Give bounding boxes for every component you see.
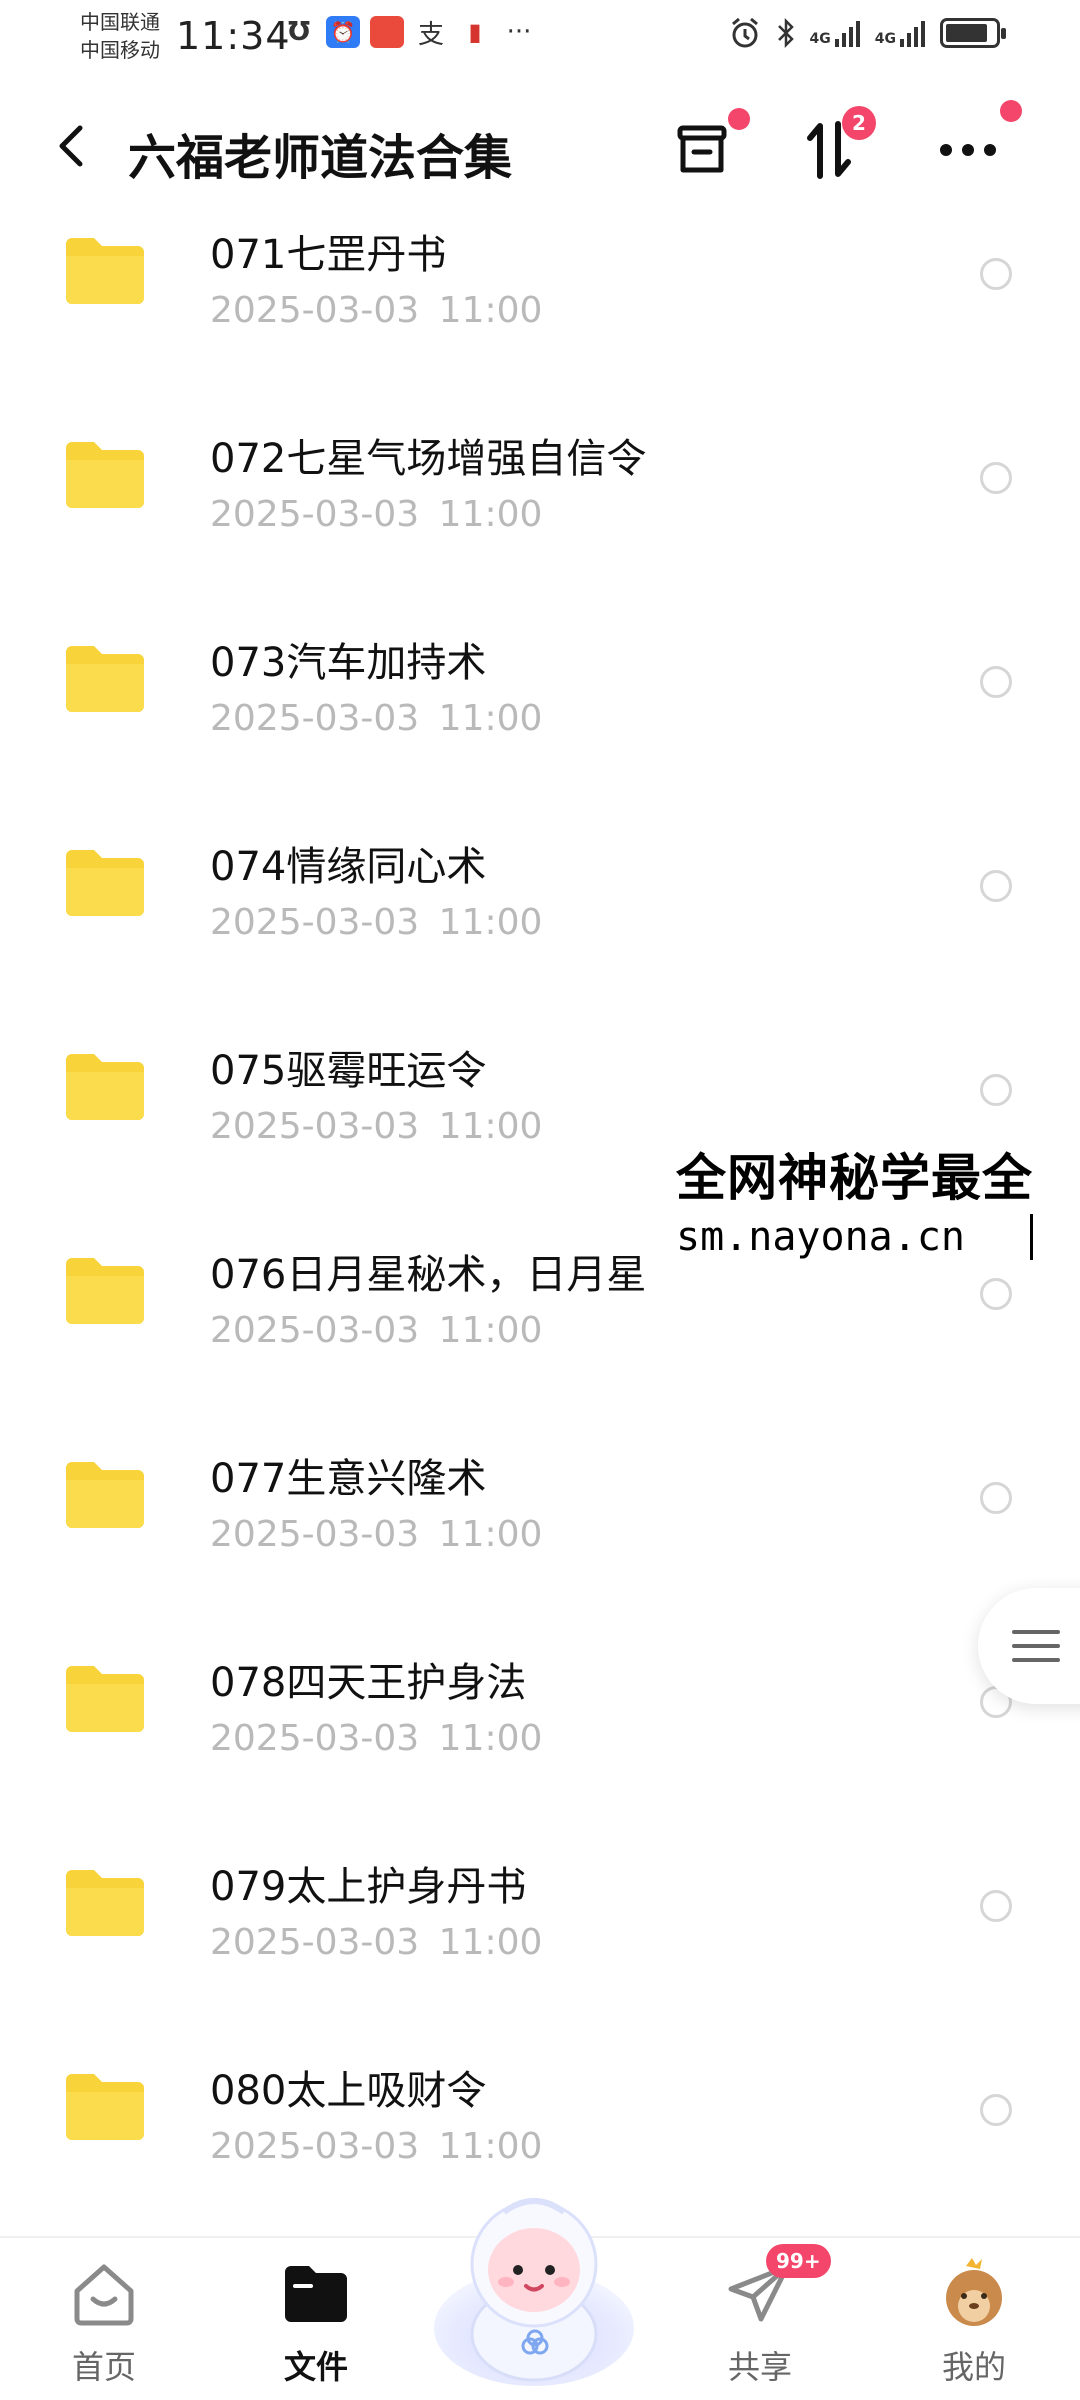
drawer-menu-icon	[1012, 1630, 1060, 1662]
select-checkbox[interactable]	[980, 258, 1012, 290]
folder-icon	[66, 238, 144, 304]
profile-avatar-icon	[936, 2256, 1012, 2332]
nav-home-label: 首页	[71, 2348, 136, 2386]
file-name: 073汽车加持术	[210, 640, 487, 686]
nav-share-label: 共享	[727, 2348, 792, 2386]
file-name: 074情缘同心术	[210, 844, 487, 890]
watermark-title: 全网神秘学最全	[676, 1149, 1033, 1207]
pay-app-icon: 支	[417, 19, 444, 50]
header-bar: 六福老师道法合集 2	[0, 92, 1080, 202]
file-name: 077生意兴隆术	[210, 1456, 487, 1502]
nav-share[interactable]: 99+ 共享	[690, 2244, 831, 2396]
sort-button[interactable]: 2	[790, 106, 876, 190]
file-date: 2025-03-03 11:00	[210, 494, 543, 535]
select-checkbox[interactable]	[980, 870, 1012, 902]
select-checkbox[interactable]	[980, 1074, 1012, 1106]
share-paper-plane-icon: 99+	[722, 2244, 831, 2332]
transfer-button[interactable]	[662, 108, 750, 190]
file-row[interactable]: 077生意兴隆术 2025-03-03 11:00	[0, 1424, 1080, 1628]
file-row[interactable]: 072七星气场增强自信令 2025-03-03 11:00	[0, 404, 1080, 608]
share-count-badge: 99+	[766, 2244, 831, 2278]
folder-icon	[66, 1870, 144, 1936]
file-row[interactable]: 073汽车加持术 2025-03-03 11:00	[0, 608, 1080, 812]
select-checkbox[interactable]	[980, 1482, 1012, 1514]
nav-mine[interactable]: 我的	[904, 2256, 1044, 2396]
sort-count-badge: 2	[842, 106, 876, 140]
file-date: 2025-03-03 11:00	[210, 1106, 543, 1147]
notification-icons: Ʊ ⏰ 支 ▮ ···	[282, 16, 536, 50]
file-date: 2025-03-03 11:00	[210, 902, 543, 943]
folder-icon	[66, 646, 144, 712]
nav-files-label: 文件	[283, 2348, 348, 2386]
mascot-icon	[434, 2198, 634, 2386]
book-app-icon: ▮	[468, 18, 482, 46]
folder-icon	[66, 1666, 144, 1732]
folder-icon	[66, 2074, 144, 2140]
carrier-info: 中国联通 中国移动	[80, 8, 160, 64]
nav-home[interactable]: 首页	[34, 2256, 174, 2396]
file-name: 071七罡丹书	[210, 232, 447, 278]
select-checkbox[interactable]	[980, 1278, 1012, 1310]
more-notifications-icon: ···	[506, 17, 532, 47]
page-title: 六福老师道法合集	[128, 130, 513, 186]
file-name: 072七星气场增强自信令	[210, 436, 647, 482]
folder-icon	[66, 1462, 144, 1528]
nav-files[interactable]: 文件	[246, 2256, 386, 2396]
signal-1-label: 4G	[809, 31, 831, 47]
more-icon	[940, 144, 996, 156]
app-notification-icon: Ʊ	[287, 17, 311, 47]
select-checkbox[interactable]	[980, 2094, 1012, 2126]
signal-2-label: 4G	[874, 31, 896, 47]
watermark-url: sm.nayona.cn	[676, 1214, 1033, 1260]
file-date: 2025-03-03 11:00	[210, 1514, 543, 1555]
file-date: 2025-03-03 11:00	[210, 1718, 543, 1759]
file-name: 076日月星秘术，日月星	[210, 1252, 647, 1298]
file-date: 2025-03-03 11:00	[210, 698, 543, 739]
file-row[interactable]: 078四天王护身法 2025-03-03 11:00	[0, 1628, 1080, 1832]
status-bar: 中国联通 中国移动 11:34 Ʊ ⏰ 支 ▮ ··· 4G 4G	[0, 0, 1080, 80]
status-time: 11:34	[176, 14, 291, 58]
file-row[interactable]: 079太上护身丹书 2025-03-03 11:00	[0, 1832, 1080, 2036]
home-icon	[66, 2256, 142, 2332]
bluetooth-icon	[777, 17, 794, 49]
select-checkbox[interactable]	[980, 666, 1012, 698]
select-checkbox[interactable]	[980, 1890, 1012, 1922]
watermark: 全网神秘学最全 sm.nayona.cn	[672, 1134, 1037, 1266]
carrier-2: 中国移动	[80, 38, 160, 62]
signal-2-icon: 4G	[875, 19, 928, 47]
folder-icon	[66, 850, 144, 916]
transfer-dot-badge	[728, 108, 750, 130]
alarm-clock-icon	[731, 17, 758, 48]
file-date: 2025-03-03 11:00	[210, 1922, 543, 1963]
files-icon	[278, 2256, 354, 2332]
file-date: 2025-03-03 11:00	[210, 290, 543, 331]
file-name: 078四天王护身法	[210, 1660, 527, 1706]
transfer-box-icon	[677, 125, 727, 173]
file-date: 2025-03-03 11:00	[210, 1310, 543, 1351]
file-date: 2025-03-03 11:00	[210, 2126, 543, 2167]
folder-icon	[66, 1258, 144, 1324]
file-name: 075驱霉旺运令	[210, 1048, 487, 1094]
more-button[interactable]	[928, 100, 1022, 190]
file-name: 079太上护身丹书	[210, 1864, 527, 1910]
carrier-1: 中国联通	[80, 10, 160, 34]
select-checkbox[interactable]	[980, 462, 1012, 494]
signal-1-icon: 4G	[810, 19, 863, 47]
battery-icon	[940, 18, 1006, 48]
center-mascot-button[interactable]	[424, 2178, 644, 2388]
folder-icon	[66, 1054, 144, 1120]
back-arrow-icon	[59, 125, 83, 167]
more-dot-badge	[1000, 100, 1022, 122]
battery-level	[946, 24, 987, 42]
file-row[interactable]: 071七罡丹书 2025-03-03 11:00	[0, 200, 1080, 404]
file-row[interactable]: 074情缘同心术 2025-03-03 11:00	[0, 812, 1080, 1016]
file-name: 080太上吸财令	[210, 2068, 487, 2114]
store-app-icon	[370, 16, 404, 48]
nav-mine-label: 我的	[941, 2348, 1006, 2386]
alarm-app-icon: ⏰	[326, 16, 360, 48]
system-indicators: 4G 4G	[728, 16, 1006, 50]
folder-icon	[66, 442, 144, 508]
back-button[interactable]	[50, 118, 94, 174]
